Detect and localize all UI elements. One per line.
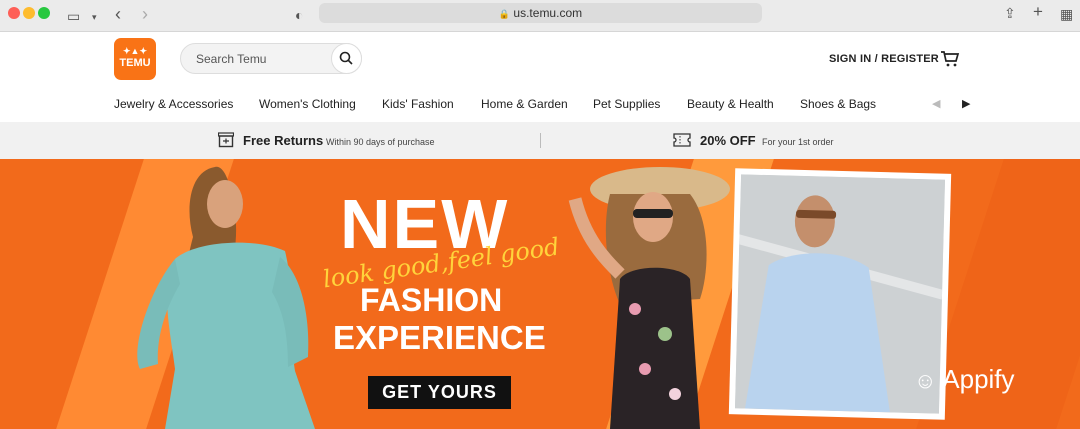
back-button[interactable]: ‹: [115, 5, 121, 23]
promo-divider: [540, 133, 541, 148]
model-teal-dress-image: [137, 166, 315, 429]
temu-logo[interactable]: ✦▲✦ TEMU: [114, 38, 156, 80]
search-icon: [339, 51, 353, 65]
get-yours-button[interactable]: GET YOURS: [368, 376, 511, 409]
headline-fashion: FASHION: [360, 282, 503, 318]
appify-watermark: ☺ Appify: [914, 364, 1015, 395]
share-icon[interactable]: ⇪: [1004, 6, 1016, 20]
minimize-window-button[interactable]: [23, 7, 35, 19]
sign-in-register-link[interactable]: SIGN IN / REGISTER: [829, 53, 939, 65]
sidebar-toggle-icon[interactable]: ▭: [67, 9, 80, 23]
address-bar[interactable]: 🔒 us.temu.com: [319, 3, 762, 23]
nav-item-shoes-bags[interactable]: Shoes & Bags: [800, 97, 876, 111]
search-button[interactable]: [331, 43, 362, 74]
return-box-icon: [218, 132, 234, 148]
nav-item-beauty-health[interactable]: Beauty & Health: [687, 97, 774, 111]
logo-figure-icon: ✦▲✦: [123, 46, 147, 56]
close-window-button[interactable]: [8, 7, 20, 19]
nav-item-pet-supplies[interactable]: Pet Supplies: [593, 97, 660, 111]
forward-button[interactable]: ›: [142, 5, 148, 23]
chevron-down-icon[interactable]: ▾: [92, 10, 97, 24]
url-text: us.temu.com: [513, 6, 583, 20]
new-tab-button[interactable]: +: [1033, 3, 1043, 20]
coupon-ticket-icon: [673, 133, 691, 147]
wechat-icon: ☺: [914, 368, 937, 393]
free-returns-subtitle: Within 90 days of purchase: [326, 137, 435, 147]
zoom-window-button[interactable]: [38, 7, 50, 19]
privacy-shield-icon[interactable]: ◐: [295, 8, 303, 22]
browser-toolbar: ▭ ▾ ‹ › ◐ 🔒 us.temu.com ⇪ + ▦: [0, 0, 1080, 32]
nav-item-womens-clothing[interactable]: Women's Clothing: [259, 97, 356, 111]
model-floral-dress-image: [568, 167, 730, 429]
nav-item-kids-fashion[interactable]: Kids' Fashion: [382, 97, 454, 111]
lock-icon: 🔒: [498, 9, 511, 19]
nav-prev-icon[interactable]: ◀: [932, 97, 940, 110]
headline-experience: EXPERIENCE: [333, 319, 546, 356]
search-input[interactable]: Search Temu: [196, 52, 266, 66]
promo-strip: Free Returns Within 90 days of purchase …: [0, 122, 1080, 159]
discount-title: 20% OFF: [700, 133, 756, 148]
hero-banner[interactable]: NEW look good,feel good FASHION EXPERIEN…: [0, 159, 1080, 429]
discount-subtitle: For your 1st order: [762, 137, 834, 147]
tab-overview-icon[interactable]: ▦: [1060, 7, 1073, 21]
nav-item-home-garden[interactable]: Home & Garden: [481, 97, 568, 111]
logo-text: TEMU: [119, 57, 151, 69]
cart-icon[interactable]: [940, 50, 960, 68]
nav-item-jewelry[interactable]: Jewelry & Accessories: [114, 97, 233, 111]
search-bar[interactable]: Search Temu: [180, 43, 362, 74]
free-returns-title: Free Returns: [243, 133, 324, 148]
watermark-text: Appify: [942, 364, 1015, 394]
site-header: ✦▲✦ TEMU Search Temu SIGN IN / REGISTER …: [0, 32, 1080, 122]
nav-next-icon[interactable]: ▶: [962, 97, 970, 110]
